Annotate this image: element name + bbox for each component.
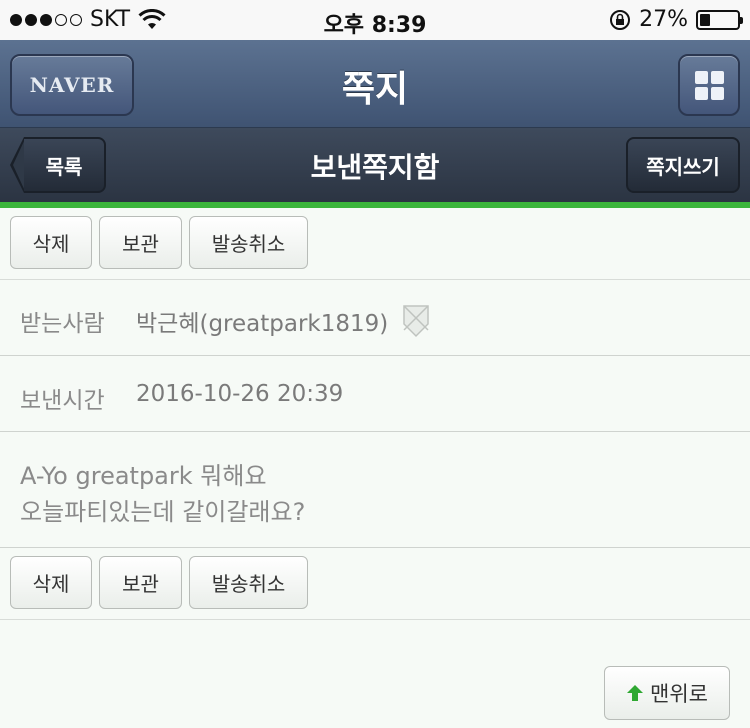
- scroll-to-top-label: 맨위로: [650, 682, 708, 706]
- sent-time-label: 보낸시간: [20, 388, 105, 414]
- cancel-send-button[interactable]: 발송취소: [189, 556, 308, 609]
- keep-button[interactable]: 보관: [99, 556, 182, 609]
- send-message-icon[interactable]: [398, 302, 434, 338]
- arrow-up-icon: [627, 685, 644, 701]
- scroll-to-top-button[interactable]: 맨위로: [604, 666, 730, 720]
- delete-button[interactable]: 삭제: [10, 556, 92, 609]
- status-right: 27%: [609, 7, 743, 32]
- grid-icon: [694, 70, 724, 100]
- battery-percent: 27%: [639, 7, 688, 32]
- battery-icon: [696, 9, 743, 30]
- sent-time-value: 2016-10-26 20:39: [136, 381, 344, 407]
- recipient-label: 받는사람: [20, 311, 105, 337]
- recipient-row: 받는사람 박근혜(greatpark1819): [0, 280, 750, 356]
- message-line-1: A-Yo greatpark 뭐해요: [20, 462, 267, 490]
- cancel-send-button[interactable]: 발송취소: [189, 216, 308, 269]
- rotation-lock-icon: [610, 9, 631, 30]
- back-button-label: 목록: [24, 137, 106, 193]
- message-line-2: 오늘파티있는데 같이갈래요?: [20, 498, 306, 526]
- recipient-value[interactable]: 박근혜(greatpark1819): [136, 304, 388, 338]
- sub-header: 목록 보낸쪽지함 쪽지쓰기: [0, 128, 750, 202]
- message-body: A-Yo greatpark 뭐해요 오늘파티있는데 같이갈래요?: [0, 432, 750, 548]
- battery-fill: [700, 13, 710, 26]
- status-bar: SKT 오후 8:39 27%: [0, 0, 750, 40]
- keep-button[interactable]: 보관: [99, 216, 182, 269]
- back-to-list-button[interactable]: 목록: [10, 137, 106, 193]
- app-header: NAVER 쪽지: [0, 40, 750, 128]
- bottom-action-row: 삭제 보관 발송취소: [0, 548, 750, 620]
- menu-grid-button[interactable]: [678, 54, 740, 116]
- delete-button[interactable]: 삭제: [10, 216, 92, 269]
- sent-time-row: 보낸시간 2016-10-26 20:39: [0, 356, 750, 432]
- top-action-row: 삭제 보관 발송취소: [0, 208, 750, 280]
- page-title: 쪽지: [341, 69, 409, 110]
- write-message-button[interactable]: 쪽지쓰기: [626, 137, 740, 193]
